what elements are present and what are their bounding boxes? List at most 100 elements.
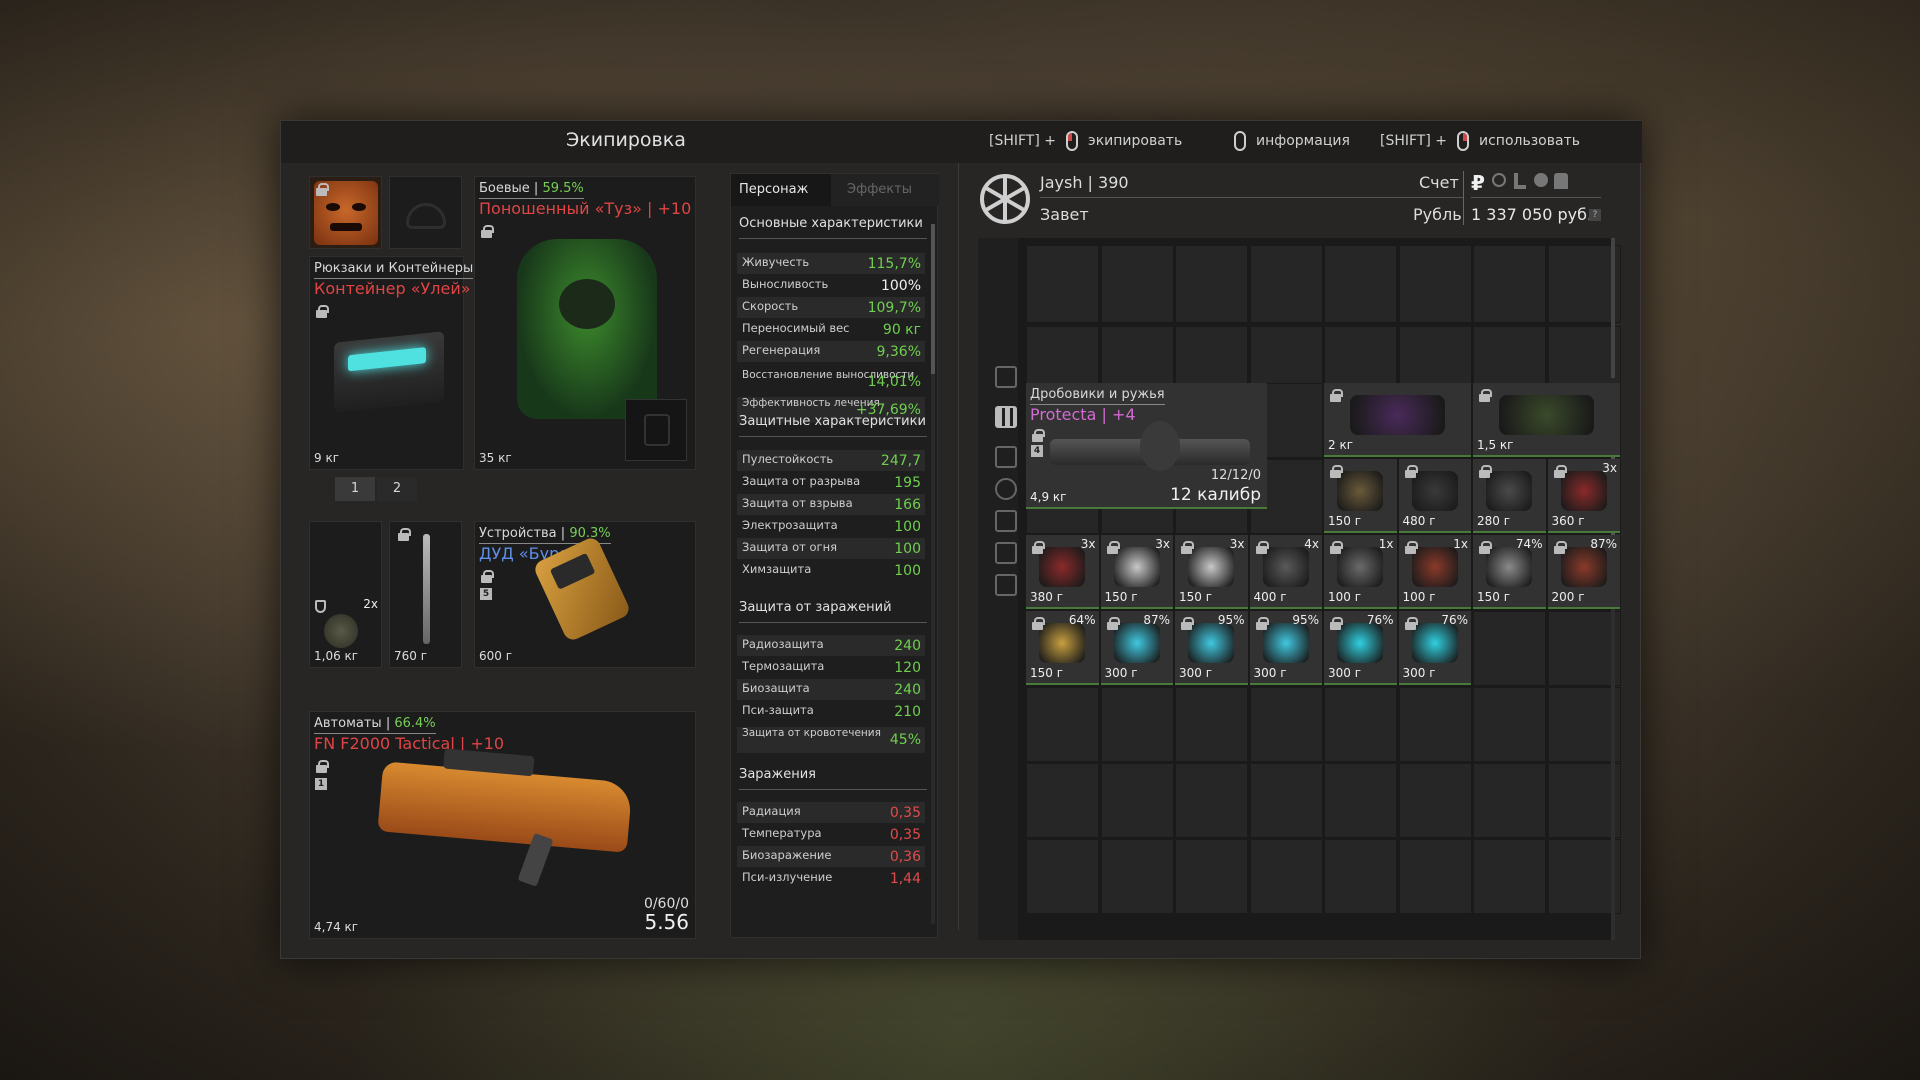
inventory-item[interactable]: 1,5 кг: [1473, 383, 1620, 457]
inventory-cell[interactable]: [1249, 687, 1323, 762]
equipped-scrollbar[interactable]: [1611, 238, 1615, 378]
tab-effects[interactable]: Эффекты: [847, 182, 912, 197]
stat-row: Биозащита 240: [737, 679, 925, 700]
tools-filter-icon[interactable]: [995, 542, 1017, 564]
inventory-cell[interactable]: [1547, 839, 1621, 914]
inventory-cell[interactable]: [1175, 839, 1248, 914]
inventory-item[interactable]: 480 г: [1398, 459, 1471, 533]
backpack-page-2[interactable]: 2: [377, 477, 417, 501]
inventory-item[interactable]: 74% 150 г: [1473, 535, 1546, 609]
helmet-slot[interactable]: [389, 176, 462, 249]
lock-icon: [1479, 541, 1492, 554]
stat-value: 9,36%: [876, 344, 921, 360]
inventory-cell[interactable]: [1026, 687, 1099, 762]
tab-character[interactable]: Персонаж: [739, 182, 808, 197]
hint-info: информация: [1224, 131, 1350, 151]
stat-row: Электрозащита 100: [737, 516, 925, 537]
shotgun-item[interactable]: Дробовики и ружья Protecta | +4 4 4,9 кг…: [1026, 383, 1267, 509]
stat-value: 240: [894, 638, 921, 654]
grid-view-icon[interactable]: [995, 406, 1017, 428]
gear-currency-icon[interactable]: [1492, 173, 1506, 187]
backpack-slot[interactable]: Рюкзаки и Контейнеры Контейнер «Улей» 9 …: [309, 256, 474, 470]
misc-filter-icon[interactable]: [995, 574, 1017, 596]
armor-container-slot[interactable]: [625, 399, 687, 461]
stats-scrollbar-track[interactable]: [931, 224, 935, 924]
equip-grid-cell[interactable]: [1100, 245, 1174, 323]
ammo-filter-icon[interactable]: [995, 478, 1017, 500]
medicine-filter-icon[interactable]: [995, 510, 1017, 532]
inventory-item[interactable]: 280 г: [1473, 459, 1546, 533]
inventory-cell[interactable]: [1473, 687, 1546, 762]
sort-icon[interactable]: [995, 366, 1017, 388]
inventory-item[interactable]: 87% 300 г: [1100, 611, 1173, 685]
knife-slot[interactable]: 760 г: [389, 521, 462, 668]
inventory-item[interactable]: 3x 150 г: [1175, 535, 1248, 609]
inventory-item[interactable]: 95% 300 г: [1175, 611, 1248, 685]
equip-grid-cell[interactable]: [1175, 245, 1248, 323]
inventory-cell[interactable]: [1324, 687, 1397, 762]
inventory-item[interactable]: 95% 300 г: [1249, 611, 1322, 685]
stats-scrollbar-thumb[interactable]: [931, 224, 935, 374]
grenade-slot[interactable]: 2x 1,06 кг: [309, 521, 382, 668]
item-quantity: 74%: [1515, 537, 1543, 551]
inventory-cell[interactable]: [1026, 839, 1099, 914]
equip-grid-cell[interactable]: [1547, 245, 1621, 323]
armor-slot[interactable]: Боевые | 59.5% Поношенный «Туз» | +10 35…: [474, 176, 696, 470]
inventory-cell[interactable]: [1175, 687, 1248, 762]
weapons-filter-icon[interactable]: [995, 446, 1017, 468]
stat-value: 0,35: [889, 805, 921, 821]
inventory-cell[interactable]: [1547, 763, 1621, 838]
thumb-currency-icon[interactable]: [1554, 173, 1568, 189]
rifle-slot[interactable]: Автоматы | 66.4% FN F2000 Tactical | +10…: [309, 711, 696, 939]
inventory-cell[interactable]: [1100, 687, 1174, 762]
inventory-cell[interactable]: [1100, 763, 1174, 838]
inventory-cell[interactable]: [1473, 763, 1546, 838]
stat-name: Электрозащита: [742, 518, 838, 532]
equip-grid-cell[interactable]: [1249, 245, 1323, 323]
help-icon[interactable]: ?: [1589, 209, 1601, 221]
lock-icon: [1181, 617, 1194, 630]
rifle-weight: 4,74 кг: [314, 920, 359, 934]
ruble-icon[interactable]: ₽: [1471, 171, 1485, 195]
player-name-level: Jaysh | 390: [1040, 173, 1129, 192]
device-slot[interactable]: Устройства | 90.3% ДУД «Бурят» 5 600 г: [474, 521, 696, 668]
inventory-cell[interactable]: [1398, 763, 1472, 838]
inventory-item[interactable]: 87% 200 г: [1547, 535, 1620, 609]
inventory-item[interactable]: 150 г: [1324, 459, 1397, 533]
equip-grid-cell[interactable]: [1324, 245, 1397, 323]
inventory-cell[interactable]: [1324, 763, 1397, 838]
inventory-item[interactable]: 3x 360 г: [1547, 459, 1620, 533]
inventory-cell[interactable]: [1547, 687, 1621, 762]
inventory-item[interactable]: 76% 300 г: [1398, 611, 1471, 685]
inventory-cell[interactable]: [1175, 763, 1248, 838]
coin-currency-icon[interactable]: [1534, 173, 1548, 187]
inventory-item[interactable]: 4x 400 г: [1249, 535, 1322, 609]
equip-grid-cell[interactable]: [1473, 245, 1546, 323]
inventory-cell[interactable]: [1473, 839, 1546, 914]
mask-slot[interactable]: [309, 176, 382, 249]
equip-grid-cell[interactable]: [1398, 245, 1472, 323]
inventory-cell[interactable]: [1249, 763, 1323, 838]
inventory-cell[interactable]: [1473, 611, 1546, 686]
inventory-cell[interactable]: [1100, 839, 1174, 914]
inventory-cell[interactable]: [1547, 611, 1621, 686]
inventory-cell[interactable]: [1026, 763, 1099, 838]
inventory-item[interactable]: 64% 150 г: [1026, 611, 1099, 685]
inventory-item[interactable]: 2 кг: [1324, 383, 1471, 457]
stat-name: Пси-защита: [742, 703, 814, 717]
inventory-item[interactable]: 1x 100 г: [1324, 535, 1397, 609]
inventory-cell[interactable]: [1398, 839, 1472, 914]
boot-currency-icon[interactable]: [1514, 173, 1526, 189]
backpack-page-1[interactable]: 1: [335, 477, 375, 501]
shield-icon: [315, 600, 326, 613]
hint-use-prefix: [SHIFT] +: [1380, 133, 1448, 149]
inventory-item[interactable]: 1x 100 г: [1398, 535, 1471, 609]
inventory-cell[interactable]: [1249, 839, 1323, 914]
inventory-item[interactable]: 3x 150 г: [1100, 535, 1173, 609]
inventory-item[interactable]: 3x 380 г: [1026, 535, 1099, 609]
item-weight: 150 г: [1030, 666, 1064, 680]
inventory-cell[interactable]: [1398, 687, 1472, 762]
inventory-item[interactable]: 76% 300 г: [1324, 611, 1397, 685]
inventory-cell[interactable]: [1324, 839, 1397, 914]
equip-grid-cell[interactable]: [1026, 245, 1099, 323]
